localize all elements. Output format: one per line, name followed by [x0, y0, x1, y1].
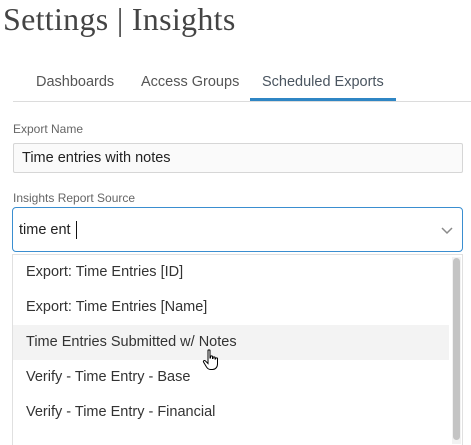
report-source-label: Insights Report Source [13, 191, 136, 205]
tab-scheduled-exports[interactable]: Scheduled Exports [262, 70, 384, 100]
option-verify-time-entry-financial[interactable]: Verify - Time Entry - Financial [13, 395, 449, 430]
settings-tabs: Dashboards Access Groups Scheduled Expor… [13, 70, 471, 102]
dropdown-scrollbar[interactable] [452, 257, 461, 444]
option-export-time-entries-name[interactable]: Export: Time Entries [Name] [13, 290, 449, 325]
scrollbar-thumb[interactable] [453, 258, 460, 440]
tabs-divider [13, 101, 471, 102]
report-source-options: Export: Time Entries [ID] Export: Time E… [12, 254, 463, 445]
page-title: Settings | Insights [3, 1, 236, 37]
export-name-label: Export Name [13, 122, 84, 136]
tab-access-groups[interactable]: Access Groups [141, 70, 239, 100]
chevron-down-icon[interactable] [440, 223, 454, 237]
report-source-select[interactable] [12, 207, 463, 252]
report-source-search-input[interactable] [19, 219, 419, 241]
active-tab-indicator [250, 98, 396, 101]
tab-dashboards[interactable]: Dashboards [36, 70, 114, 100]
text-caret [76, 221, 77, 239]
option-verify-time-entry-base[interactable]: Verify - Time Entry - Base [13, 360, 449, 395]
option-time-entries-submitted-notes[interactable]: Time Entries Submitted w/ Notes [13, 325, 449, 360]
export-name-input[interactable] [13, 143, 463, 173]
option-export-time-entries-id[interactable]: Export: Time Entries [ID] [13, 255, 449, 290]
